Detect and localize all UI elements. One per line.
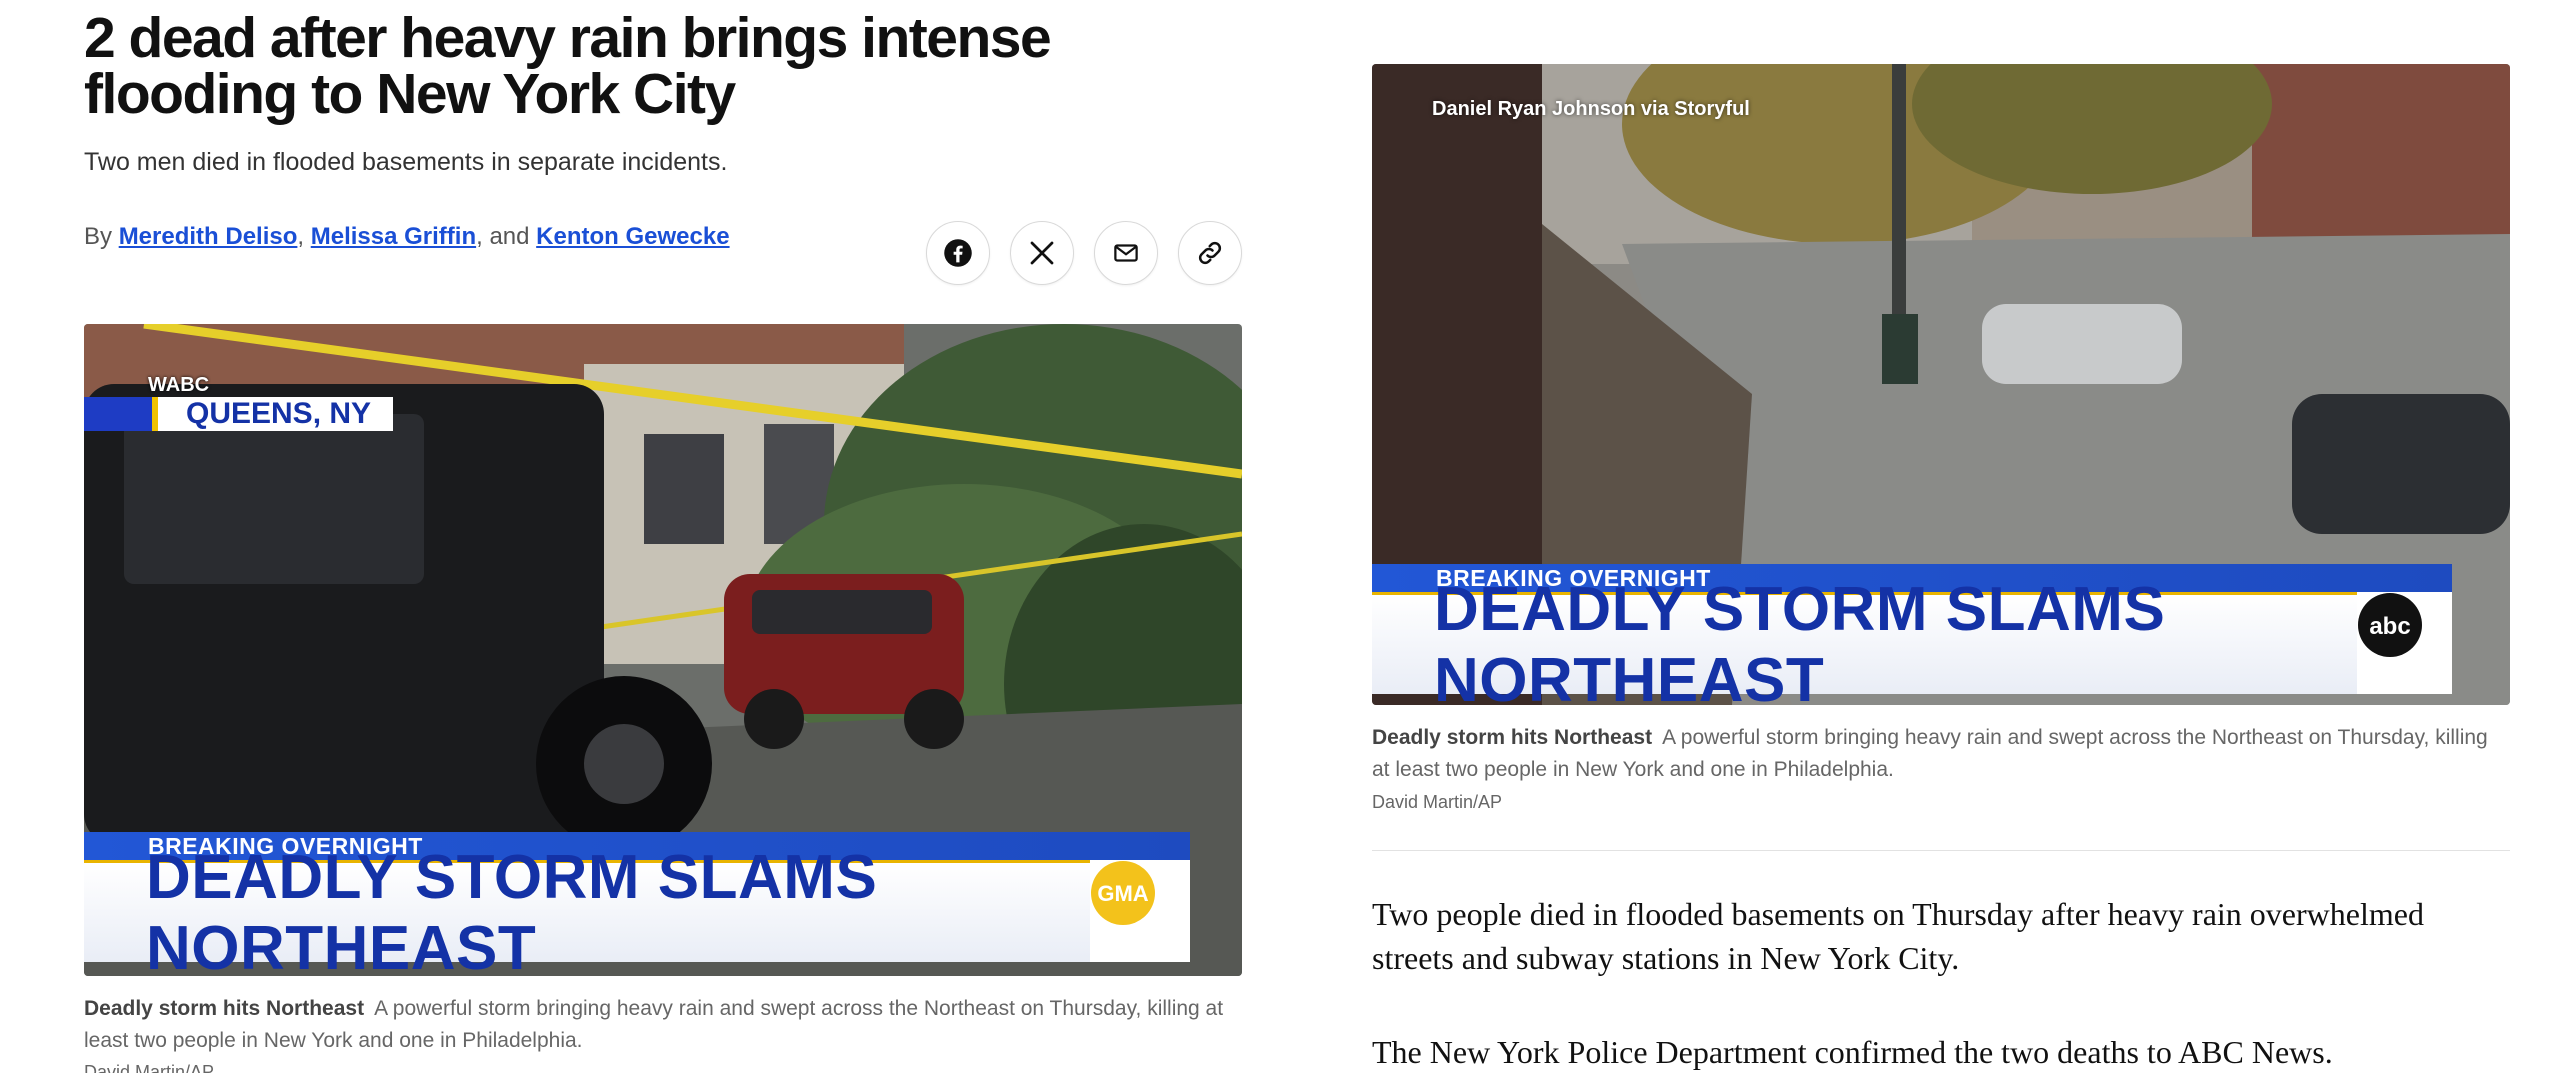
article-subhead: Two men died in flooded basements in sep… [84, 148, 728, 176]
location-label: QUEENS, NY [152, 397, 394, 431]
author-link-1[interactable]: Meredith Deliso [119, 223, 298, 250]
right-caption-title: Deadly storm hits Northeast [1372, 726, 1653, 749]
abc-logo-box: abc [2357, 592, 2452, 694]
location-source: WABC [148, 374, 210, 396]
article-main-column: 2 dead after heavy rain brings intense f… [84, 0, 1242, 1073]
svg-text:GMA: GMA [1097, 881, 1148, 906]
author-link-3[interactable]: Kenton Gewecke [536, 223, 729, 250]
left-media-credit: David Martin/AP [84, 1062, 215, 1073]
gma-logo-icon: GMA [1091, 861, 1155, 925]
right-news-lower-third: BREAKING OVERNIGHT DEADLY STORM SLAMS NO… [1372, 564, 2452, 705]
location-tag: WABC QUEENS, NY [84, 374, 394, 431]
caption-title: Deadly storm hits Northeast [84, 997, 365, 1020]
video-watermark: Daniel Ryan Johnson via Storyful [1432, 98, 1750, 120]
share-email-button[interactable] [1094, 221, 1158, 285]
byline-separator-1: , [297, 223, 305, 250]
flood-video-player[interactable]: Daniel Ryan Johnson via Storyful BREAKIN… [1372, 64, 2510, 705]
right-banner-headline: DEADLY STORM SLAMS NORTHEAST [1372, 575, 2357, 705]
banner-headline: DEADLY STORM SLAMS NORTHEAST [84, 843, 1090, 976]
email-icon [1114, 244, 1138, 262]
article-paragraph-2: The New York Police Department confirmed… [1372, 1034, 2333, 1070]
section-divider [1372, 850, 2510, 851]
byline: By Meredith Deliso, Melissa Griffin, and… [84, 223, 730, 251]
abc-logo-icon: abc [2358, 593, 2422, 657]
svg-text:abc: abc [2369, 613, 2410, 640]
share-x-button[interactable] [1010, 221, 1074, 285]
right-media-credit: David Martin/AP [1372, 792, 1503, 812]
share-facebook-button[interactable] [926, 221, 990, 285]
byline-separator-2: , and [476, 223, 530, 250]
gma-logo-box: GMA [1090, 860, 1190, 962]
right-media-caption: Deadly storm hits Northeast A powerful st… [1372, 722, 2510, 786]
byline-prefix: By [84, 223, 113, 250]
copy-link-button[interactable] [1178, 221, 1242, 285]
article-paragraph-1: Two people died in flooded basements on … [1372, 896, 2424, 976]
article-side-column: Daniel Ryan Johnson via Storyful BREAKIN… [1372, 0, 2510, 1073]
link-icon [1198, 241, 1222, 265]
facebook-icon [944, 239, 972, 267]
article-headline: 2 dead after heavy rain brings intense f… [84, 6, 1052, 126]
author-link-2[interactable]: Melissa Griffin [311, 223, 476, 250]
x-icon [1030, 241, 1054, 265]
left-media-caption: Deadly storm hits Northeast A powerful st… [84, 993, 1242, 1057]
news-lower-third: BREAKING OVERNIGHT DEADLY STORM SLAMS NO… [84, 832, 1190, 976]
storm-video-player[interactable]: WABC QUEENS, NY BREAKING OVERNIGHT DEADL… [84, 324, 1242, 976]
